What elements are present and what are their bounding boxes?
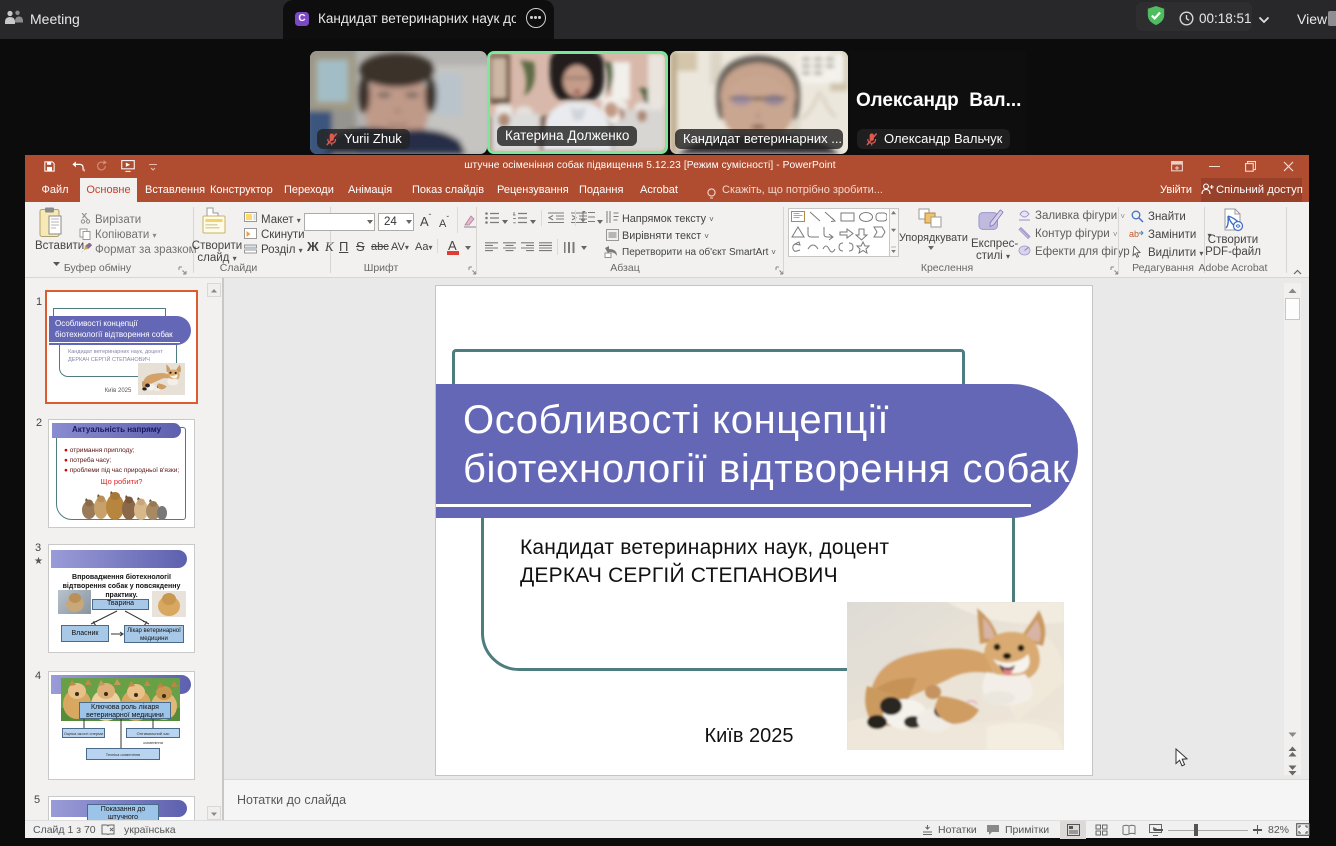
svg-text:ab: ab [1129,229,1139,239]
